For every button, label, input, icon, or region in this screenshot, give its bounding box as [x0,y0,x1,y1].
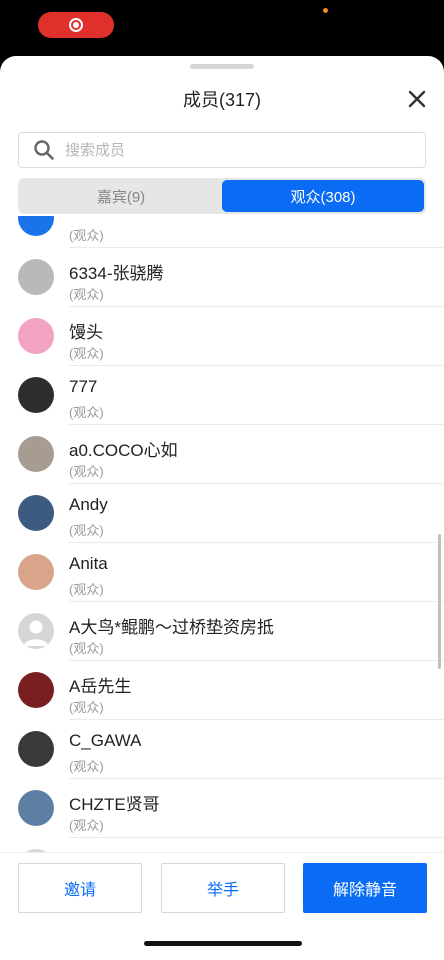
member-name: A大鸟*鲲鹏～过桥垫资房抵 [69,618,274,637]
list-item[interactable]: Andy (观众) [0,484,444,543]
action-bar: 邀请 举手 解除静音 [0,852,444,960]
tab-guests[interactable]: 嘉宾(9) [20,180,222,212]
avatar [18,259,54,295]
member-role: (观众) [69,759,104,774]
unmute-all-button[interactable]: 解除静音 [303,863,427,913]
close-icon [408,90,426,108]
list-item[interactable]: Clarke [0,838,444,852]
member-name: Anita [69,554,108,573]
list-item[interactable]: Anita (观众) [0,543,444,602]
default-user-icon [24,620,48,646]
members-sheet: 成员(317) 嘉宾(9) 观众(308) (观众)6334-张骁腾(观众)馒头… [0,56,444,960]
list-item[interactable]: A岳先生 (观众) [0,661,444,720]
list-item[interactable]: a0.COCO心如 (观众) [0,425,444,484]
avatar [18,318,54,354]
member-name: Andy [69,495,108,514]
member-role: (观众) [69,818,104,833]
home-indicator [144,941,302,946]
member-type-tabs: 嘉宾(9) 观众(308) [18,178,426,214]
member-role: (观众) [69,287,104,302]
member-name: 6334-张骁腾 [69,264,164,283]
list-item[interactable]: CHZTE贤哥 (观众) [0,779,444,838]
record-icon [69,18,83,32]
member-role: (观众) [69,228,104,243]
search-input[interactable] [63,140,387,160]
privacy-indicator-dot [323,8,328,13]
member-name: CHZTE贤哥 [69,795,160,814]
member-role: (观众) [69,523,104,538]
member-role: (观众) [69,641,104,656]
member-name: A岳先生 [69,677,132,696]
avatar [18,495,54,531]
member-name: C_GAWA [69,731,142,750]
list-item[interactable]: (观众) [0,216,444,248]
raise-hand-button[interactable]: 举手 [161,863,285,913]
sheet-grabber[interactable] [190,64,254,69]
page-title: 成员(317) [182,90,262,110]
tab-audience[interactable]: 观众(308) [222,180,424,212]
list-item[interactable]: 6334-张骁腾 (观众) [0,248,444,307]
member-list[interactable]: (观众) 6334-张骁腾 (观众) 馒头 (观众) 777 (观众) a0.COCO心如 (观… [0,216,444,852]
close-button[interactable] [404,86,430,112]
member-name: a0.COCO心如 [69,441,178,460]
invite-button[interactable]: 邀请 [18,863,142,913]
avatar [18,377,54,413]
member-name: 馒头 [69,323,103,342]
scrollbar[interactable] [438,534,441,669]
member-role: (观众) [69,582,104,597]
member-role: (观众) [69,464,104,479]
member-name: 777 [69,377,98,396]
list-item[interactable]: A大鸟*鲲鹏～过桥垫资房抵 (观众) [0,602,444,661]
list-item[interactable]: 馒头 (观众) [0,307,444,366]
search-box[interactable] [18,132,426,168]
member-role: (观众) [69,700,104,715]
list-item[interactable]: 777 (观众) [0,366,444,425]
status-bar [0,0,444,56]
avatar [18,436,54,472]
avatar [18,731,54,767]
list-item[interactable]: C_GAWA (观众) [0,720,444,779]
avatar [18,554,54,590]
avatar [18,216,54,236]
screen-recording-indicator[interactable] [38,12,114,38]
avatar [18,790,54,826]
search-icon [34,140,54,160]
member-role: (观众) [69,405,104,420]
avatar [18,613,54,649]
member-role: (观众) [69,346,104,361]
avatar [18,672,54,708]
